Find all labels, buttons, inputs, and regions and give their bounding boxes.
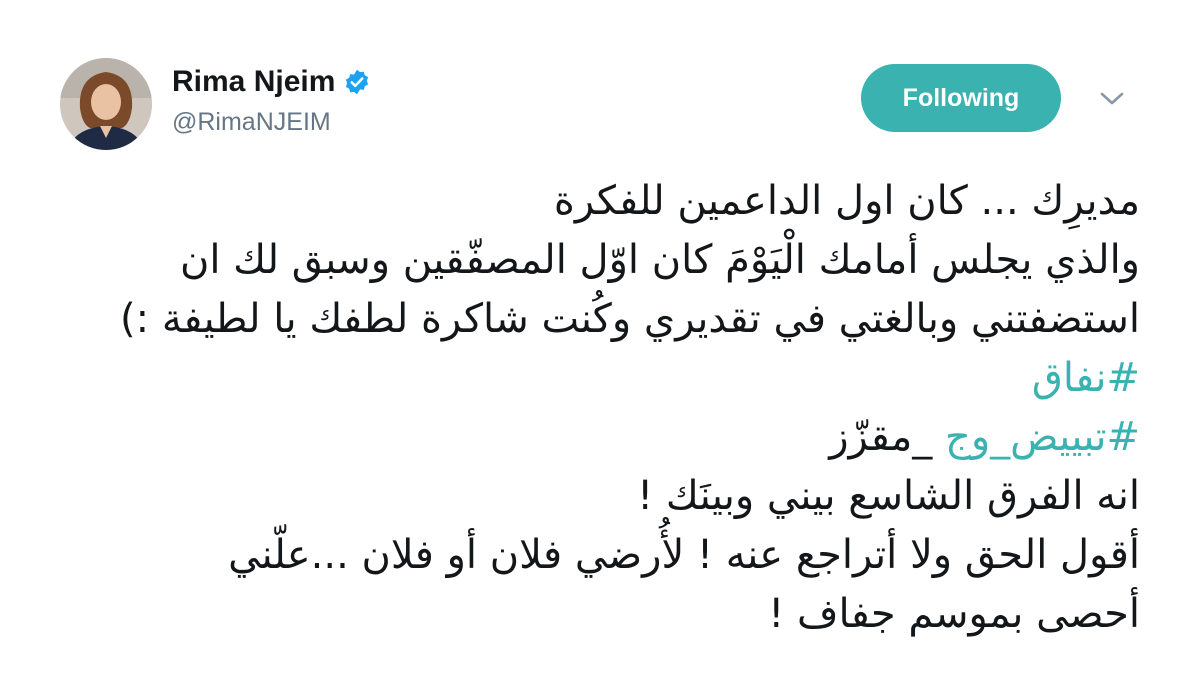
hashtag-line: #نفاق [60,349,1140,408]
tweet-line: مديرِك ... كان اول الداعمين للفكرة [553,178,1140,224]
user-handle[interactable]: @RimaNJEIM [172,108,371,137]
tweet-line: انه الفرق الشاسع بيني وبينَك ! [637,473,1140,519]
hashtag-link[interactable]: #نفاق [1032,355,1140,401]
tweet-text-fragment: _مقزّز [829,414,945,460]
name-row: Rima Njeim [172,62,371,102]
tweet-line: أقول الحق ولا أتراجع عنه ! لأُرضي فلان أ… [228,532,1140,578]
tweet-text: مديرِك ... كان اول الداعمين للفكرة والذي… [60,172,1140,644]
hashtag-link[interactable]: #تبييض_وج [945,414,1140,460]
tweet-card: Rima Njeim @RimaNJEIM Following مديرِك .… [0,0,1200,679]
hashtag-line: #تبييض_وج _مقزّز [60,408,1140,467]
display-name[interactable]: Rima Njeim [172,65,335,99]
tweet-line: أحصى بموسم جفاف ! [768,591,1140,637]
tweet-line: والذي يجلس أمامك الْيَوْمَ كان اوّل المص… [179,237,1140,283]
following-button[interactable]: Following [861,64,1061,132]
user-info: Rima Njeim @RimaNJEIM [172,62,371,137]
chevron-down-icon[interactable] [1095,86,1129,112]
avatar[interactable] [60,58,152,150]
tweet-line: استضفتني وبالغتي في تقديري وكُنت شاكرة ل… [120,296,1140,342]
verified-badge-icon [343,68,371,96]
